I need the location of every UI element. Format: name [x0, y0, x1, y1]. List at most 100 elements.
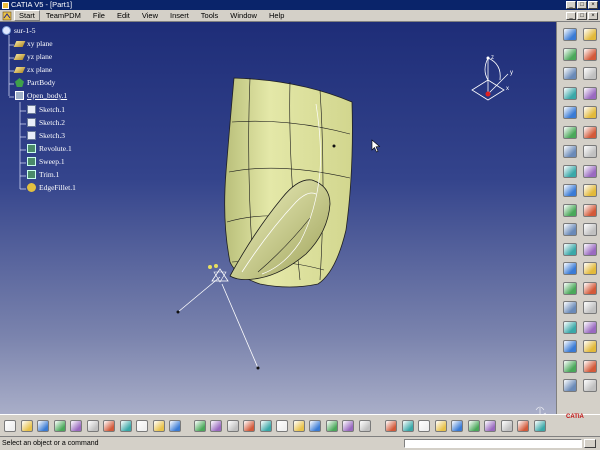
revolve-icon[interactable] — [563, 67, 577, 80]
menu-file[interactable]: File — [87, 10, 111, 22]
intersection-icon[interactable] — [563, 262, 577, 275]
menu-window[interactable]: Window — [224, 10, 263, 22]
doc-close-button[interactable]: × — [588, 11, 598, 20]
paste-icon[interactable] — [119, 420, 132, 432]
title-bar: CATIA V5 - [Part1] _ □ × — [0, 0, 600, 10]
bottom-toolbar — [0, 414, 600, 436]
extrude-icon[interactable] — [563, 47, 577, 61]
menu-edit[interactable]: Edit — [111, 10, 136, 22]
select-arrow-icon[interactable] — [583, 28, 597, 41]
snap-icon[interactable] — [484, 420, 496, 432]
close-button[interactable]: × — [588, 1, 598, 9]
axis-icon[interactable] — [500, 420, 513, 432]
draft-analysis-icon[interactable] — [583, 379, 597, 392]
design-table-icon[interactable] — [451, 420, 463, 432]
no-update-icon[interactable] — [583, 47, 597, 61]
pan-icon[interactable] — [226, 420, 239, 432]
spline-icon[interactable] — [563, 301, 577, 314]
measure-icon[interactable] — [517, 420, 529, 432]
circle-icon[interactable] — [583, 281, 597, 295]
extract-icon[interactable] — [583, 164, 597, 178]
doc-restore-button[interactable]: □ — [577, 11, 587, 20]
redo-icon[interactable] — [152, 420, 165, 432]
right-toolbar — [556, 22, 600, 414]
minimize-button[interactable]: _ — [566, 1, 576, 9]
copy-icon[interactable] — [103, 420, 115, 432]
constraint-icon[interactable] — [563, 340, 577, 353]
update-icon[interactable] — [385, 420, 397, 432]
parameters-icon[interactable] — [401, 420, 414, 432]
formula-icon[interactable] — [434, 420, 447, 432]
sweep-icon[interactable] — [563, 86, 577, 100]
corner-icon[interactable] — [583, 262, 597, 275]
parallel-curve-icon[interactable] — [563, 281, 577, 295]
save-all-icon[interactable] — [53, 420, 66, 432]
tools-palette-icon[interactable] — [193, 420, 206, 432]
blend-icon[interactable] — [583, 106, 597, 119]
sphere-icon[interactable] — [583, 67, 597, 80]
rotate-icon[interactable] — [583, 203, 597, 217]
undo-icon[interactable] — [136, 420, 148, 432]
zoom-in-icon[interactable] — [259, 420, 272, 432]
offset-icon[interactable] — [563, 106, 577, 119]
zoom-out-icon[interactable] — [276, 420, 288, 432]
analysis-icon[interactable] — [563, 320, 577, 334]
normal-view-icon[interactable] — [292, 420, 305, 432]
grid-icon[interactable] — [467, 420, 480, 432]
menu-bar: Start TeamPDM File Edit View Insert Tool… — [0, 10, 600, 22]
sketch-icon[interactable] — [563, 28, 577, 41]
print-icon[interactable] — [70, 420, 82, 432]
catalog-icon[interactable] — [583, 359, 597, 373]
projection-icon[interactable] — [583, 242, 597, 256]
graph-tree-icon[interactable] — [418, 420, 430, 432]
command-input-button[interactable] — [584, 439, 596, 448]
rotate-view-icon[interactable] — [243, 420, 255, 432]
measure-icon[interactable] — [583, 320, 597, 334]
render-style-icon[interactable] — [325, 420, 338, 432]
compass-z-label: z — [491, 55, 494, 61]
fit-all-icon[interactable] — [210, 420, 222, 432]
heal-icon[interactable] — [583, 125, 597, 139]
hide-show-icon[interactable] — [342, 420, 354, 432]
local-axis-icon — [208, 264, 229, 283]
edge-fillet-icon[interactable] — [583, 184, 597, 197]
menu-tools[interactable]: Tools — [195, 10, 225, 22]
shape-fillet-icon[interactable] — [563, 184, 577, 197]
law-icon[interactable] — [563, 359, 577, 373]
compass-x-label: x — [506, 86, 509, 92]
status-message: Select an object or a command — [2, 440, 99, 447]
split-icon[interactable] — [563, 145, 577, 158]
menu-insert[interactable]: Insert — [164, 10, 195, 22]
formula-icon[interactable] — [583, 340, 597, 353]
window-title: CATIA V5 - [Part1] — [11, 0, 73, 9]
trim-icon[interactable] — [583, 145, 597, 158]
open-icon[interactable] — [20, 420, 33, 432]
catia-logo: CATIA — [566, 414, 584, 420]
join-icon[interactable] — [563, 125, 577, 139]
new-icon[interactable] — [4, 420, 16, 432]
translate-icon[interactable] — [563, 203, 577, 217]
save-icon[interactable] — [37, 420, 49, 432]
command-input[interactable] — [404, 439, 582, 448]
menu-start[interactable]: Start — [14, 10, 40, 21]
fill-icon[interactable] — [583, 86, 597, 100]
menu-teampdm[interactable]: TeamPDM — [40, 10, 87, 22]
line-icon[interactable] — [583, 223, 597, 236]
point-icon[interactable] — [563, 223, 577, 236]
helix-icon[interactable] — [583, 301, 597, 314]
swap-space-icon[interactable] — [358, 420, 371, 432]
maximize-button[interactable]: □ — [577, 1, 587, 9]
menu-help[interactable]: Help — [263, 10, 290, 22]
boundary-icon[interactable] — [563, 164, 577, 178]
instantiate-icon[interactable] — [563, 379, 577, 392]
iso-view-icon[interactable] — [309, 420, 321, 432]
doc-minimize-button[interactable]: _ — [566, 11, 576, 20]
menu-view[interactable]: View — [136, 10, 164, 22]
catia-logo-icon[interactable] — [533, 420, 546, 432]
compass-y-label: y — [510, 70, 513, 76]
compass-widget[interactable]: z y x — [466, 50, 526, 110]
whats-this-icon[interactable] — [169, 420, 181, 432]
3d-viewport[interactable]: sur-1-5 xy plane yz plane zx plane PartB… — [0, 22, 556, 414]
cut-icon[interactable] — [86, 420, 99, 432]
plane-icon[interactable] — [563, 242, 577, 256]
